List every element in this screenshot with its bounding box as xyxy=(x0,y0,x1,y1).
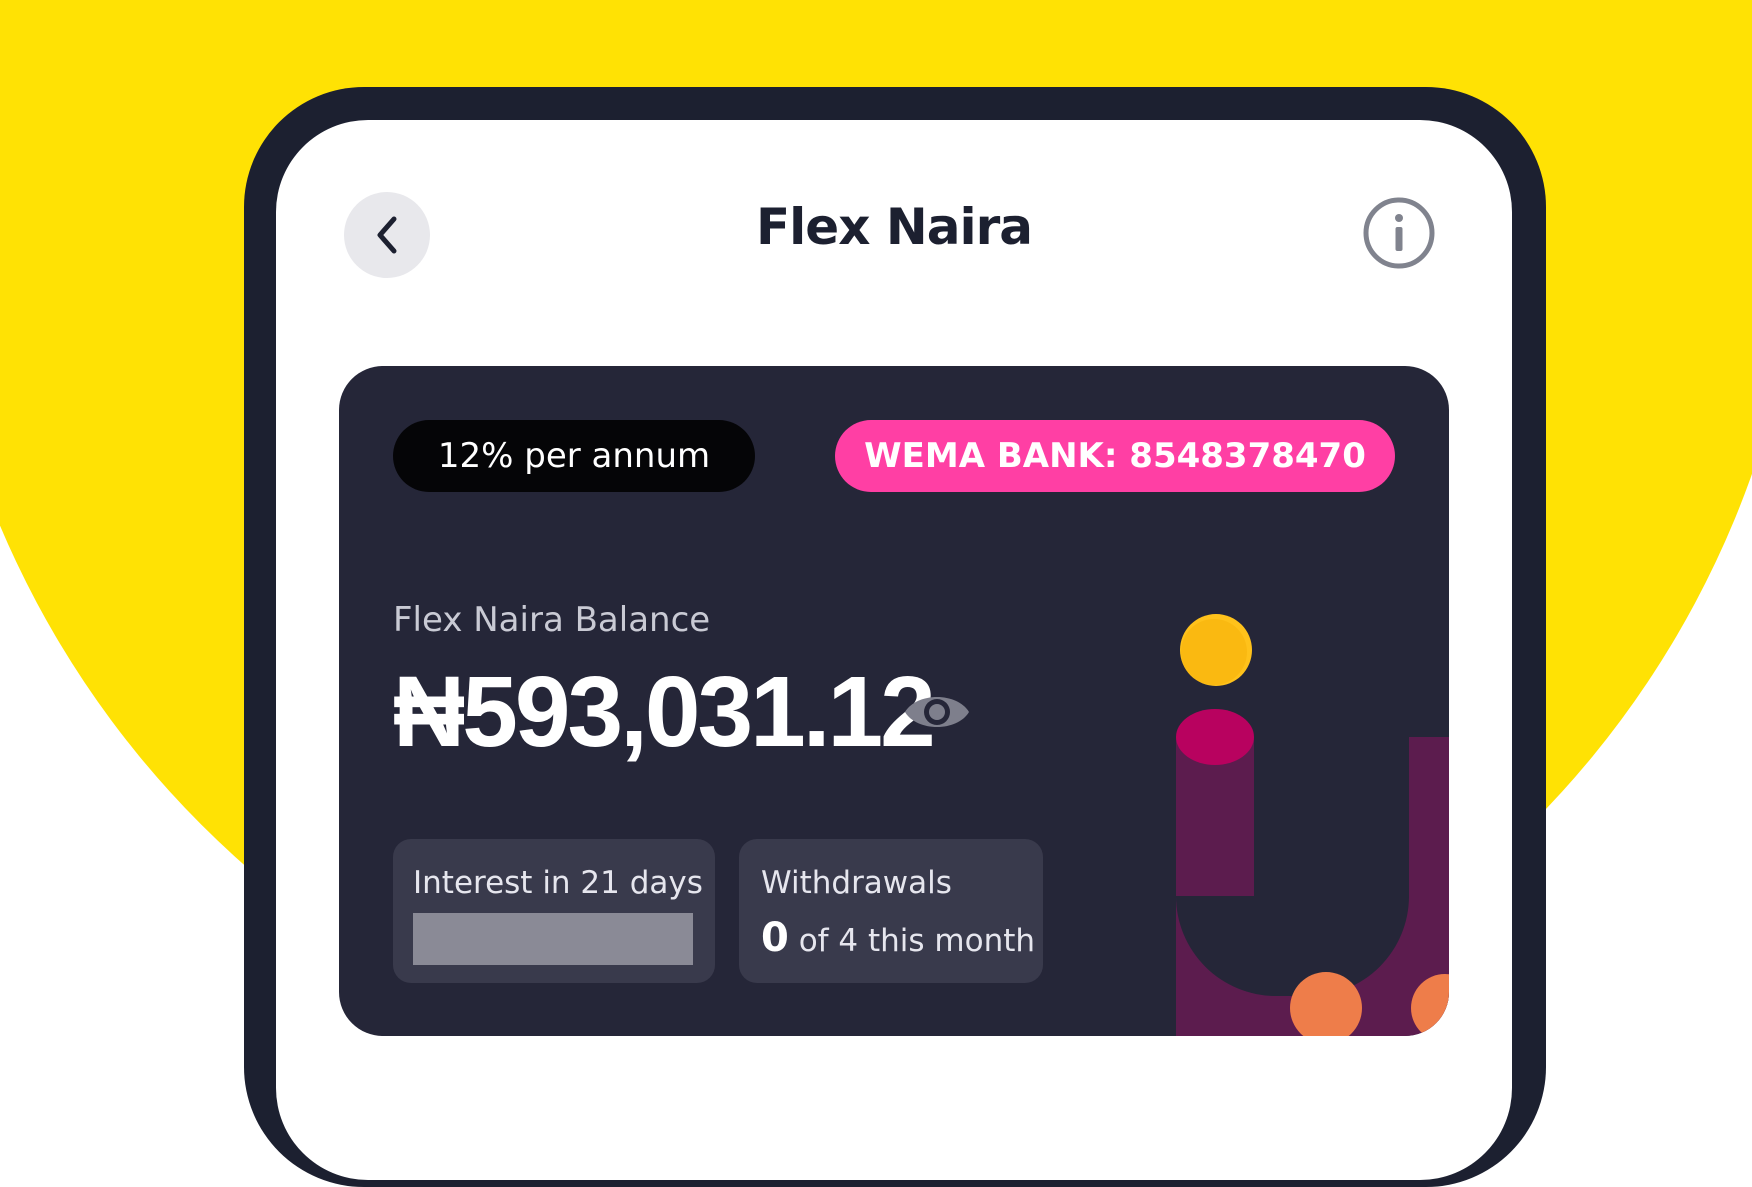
coin-decoration-illustration xyxy=(1176,614,1449,1036)
interest-rate-label: 12% per annum xyxy=(437,436,711,476)
withdrawals-panel: Withdrawals 0 of 4 this month xyxy=(739,839,1043,983)
info-button[interactable] xyxy=(1362,196,1436,270)
interest-panel: Interest in 21 days xyxy=(393,839,715,983)
flex-naira-card: 12% per annum WEMA BANK: 8548378470 Flex… xyxy=(339,366,1449,1036)
eye-icon xyxy=(905,697,969,727)
withdrawals-suffix: of 4 this month xyxy=(788,923,1036,959)
toggle-balance-visibility-button[interactable] xyxy=(901,684,973,740)
balance-label: Flex Naira Balance xyxy=(393,600,711,640)
withdrawals-count: 0 xyxy=(761,915,789,961)
balance-amount: ₦593,031.12 xyxy=(393,656,936,768)
withdrawals-count-row: 0 of 4 this month xyxy=(761,915,1035,961)
info-circle-icon xyxy=(1363,197,1435,269)
interest-rate-badge: 12% per annum xyxy=(393,420,755,492)
withdrawals-label: Withdrawals xyxy=(761,865,952,901)
interest-amount-placeholder xyxy=(413,913,693,965)
interest-label: Interest in 21 days xyxy=(413,865,703,901)
bank-account-badge[interactable]: WEMA BANK: 8548378470 xyxy=(835,420,1395,492)
phone-screen: Flex Naira 12% per annum WEMA BANK: 8548… xyxy=(276,120,1512,1180)
bank-account-label: WEMA BANK: 8548378470 xyxy=(864,436,1366,476)
page-title: Flex Naira xyxy=(756,198,1033,256)
